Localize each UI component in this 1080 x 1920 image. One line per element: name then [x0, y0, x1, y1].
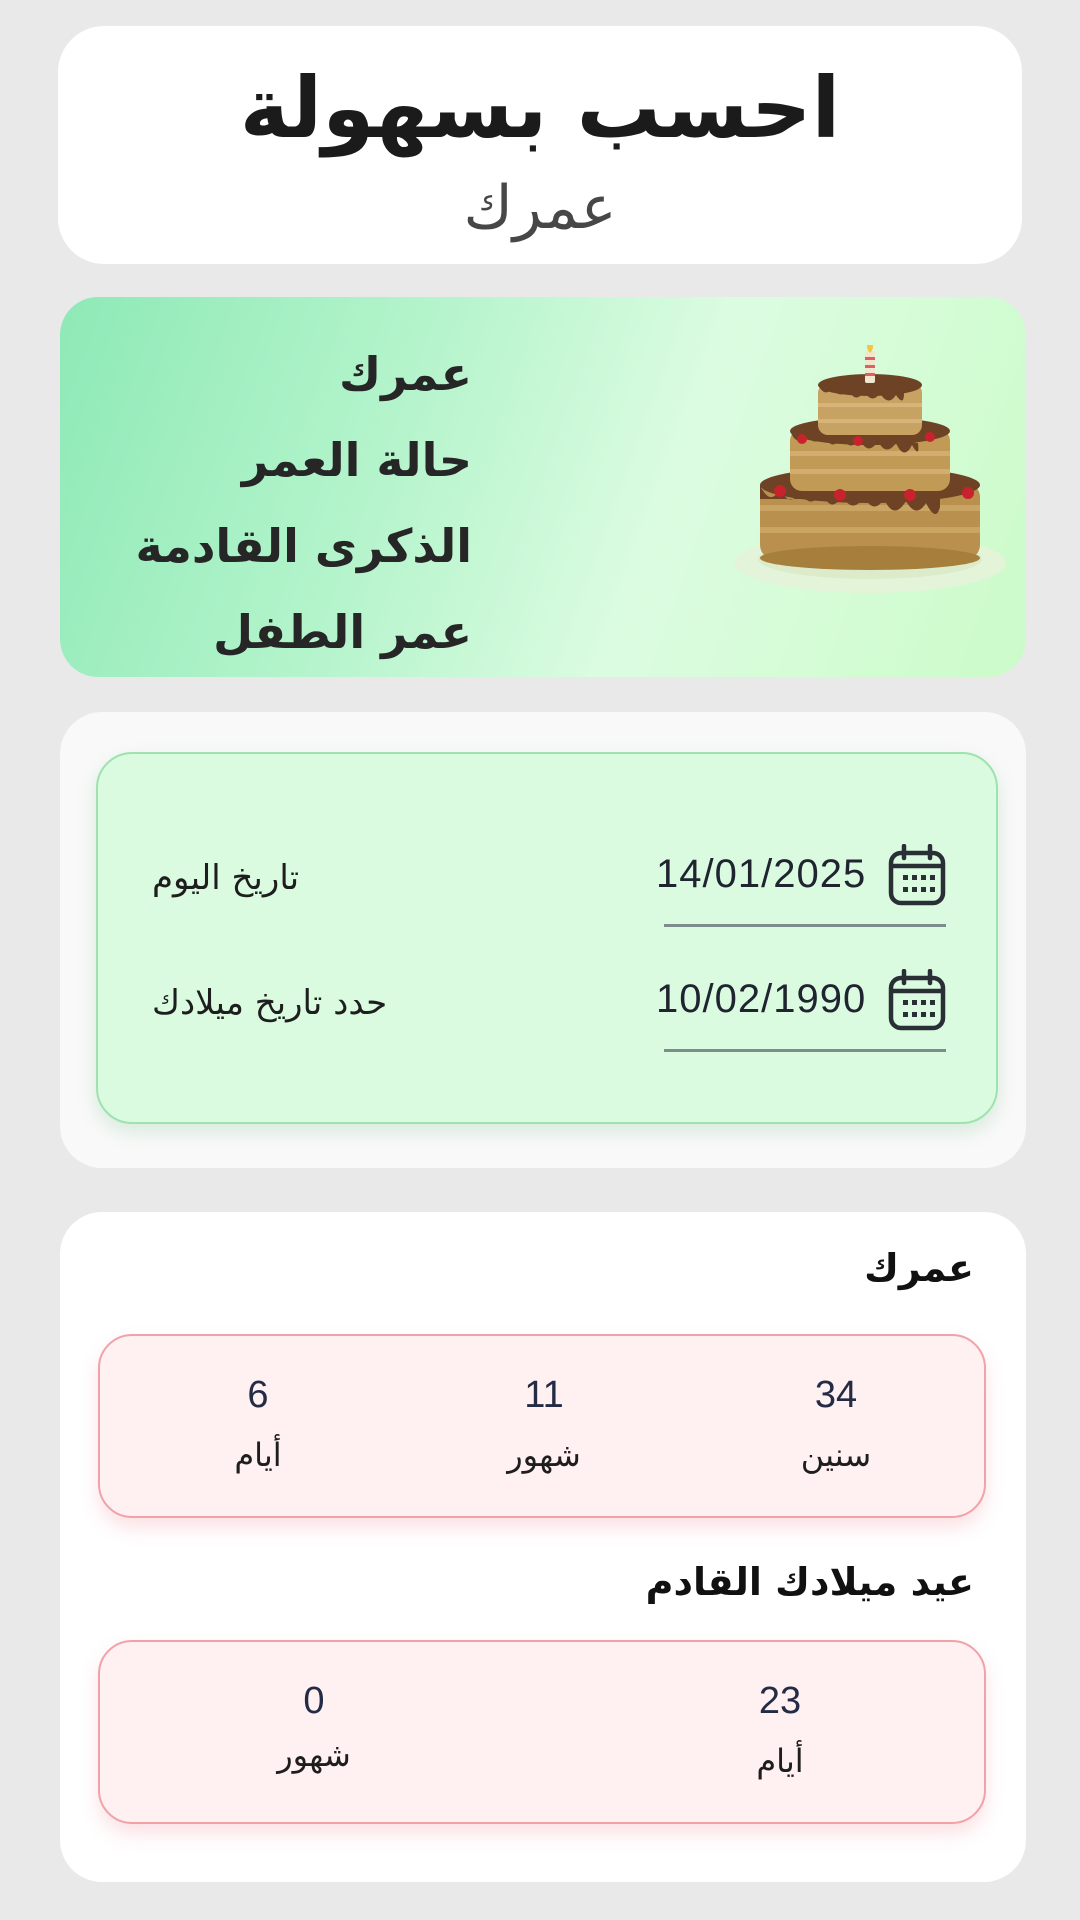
- age-section-title: عمرك: [864, 1246, 974, 1290]
- birth-date-field[interactable]: 10/02/1990: [656, 963, 946, 1052]
- age-months-value: 11: [524, 1374, 564, 1416]
- today-date-row: تاريخ اليوم 14/01/2025: [98, 838, 996, 938]
- next-birthday-days-label: أيام: [756, 1742, 804, 1780]
- results-card: عمرك 34 سنين 11 شهور 6 أيام عيد ميلادك ا…: [60, 1212, 1026, 1882]
- header-card: احسب بسهولة عمرك: [58, 26, 1022, 264]
- birth-date-row: حدد تاريخ ميلادك 10/02/1990: [98, 963, 996, 1063]
- age-days-label: أيام: [234, 1436, 282, 1474]
- today-date-label: تاريخ اليوم: [152, 858, 300, 898]
- feature-banner: عمرك حالة العمر الذكرى القادمة عمر الطفل: [60, 297, 1026, 677]
- next-birthday-months-label: شهور: [277, 1736, 351, 1774]
- calendar-icon[interactable]: [888, 969, 946, 1031]
- next-birthday-days-value: 23: [758, 1680, 802, 1722]
- next-birthday-section-title: عيد ميلادك القادم: [645, 1560, 974, 1604]
- feature-list: عمرك حالة العمر الذكرى القادمة عمر الطفل: [92, 331, 472, 675]
- age-years-stat: 34 سنين: [736, 1336, 936, 1520]
- next-birthday-result-box: 23 أيام 0 شهور: [98, 1640, 986, 1824]
- next-birthday-months-stat: 0 شهور: [214, 1642, 414, 1826]
- today-date-value[interactable]: 14/01/2025: [656, 852, 866, 897]
- dates-card: تاريخ اليوم 14/01/2025 حدد تاريخ ميلادك: [60, 712, 1026, 1168]
- birth-date-label: حدد تاريخ ميلادك: [152, 983, 388, 1023]
- feature-item-age: عمرك: [338, 347, 472, 401]
- age-result-box: 34 سنين 11 شهور 6 أيام: [98, 1334, 986, 1518]
- age-months-stat: 11 شهور: [444, 1336, 644, 1520]
- app-title: احسب بسهولة: [239, 59, 841, 157]
- age-days-value: 6: [247, 1374, 269, 1416]
- next-birthday-months-value: 0: [303, 1680, 325, 1722]
- today-date-field[interactable]: 14/01/2025: [656, 838, 946, 927]
- feature-item-child-age: عمر الطفل: [213, 605, 472, 659]
- feature-item-next-anniversary: الذكرى القادمة: [135, 519, 472, 573]
- next-birthday-days-stat: 23 أيام: [680, 1642, 880, 1826]
- calendar-icon[interactable]: [888, 844, 946, 906]
- dates-panel: تاريخ اليوم 14/01/2025 حدد تاريخ ميلادك: [96, 752, 998, 1124]
- feature-item-age-status: حالة العمر: [241, 433, 472, 487]
- age-days-stat: 6 أيام: [158, 1336, 358, 1520]
- app-subtitle: عمرك: [463, 173, 617, 243]
- age-years-label: سنين: [800, 1436, 872, 1474]
- birthday-cake-icon: [734, 345, 1006, 593]
- birth-date-value[interactable]: 10/02/1990: [656, 977, 866, 1022]
- age-months-label: شهور: [507, 1436, 581, 1474]
- age-years-value: 34: [814, 1374, 858, 1416]
